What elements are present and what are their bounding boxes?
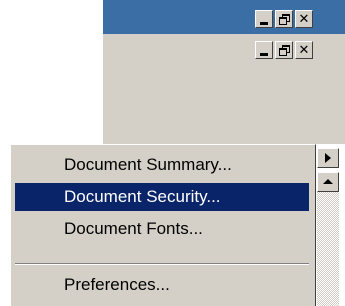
submenu-arrow-button[interactable] — [317, 148, 339, 168]
restore-icon — [278, 13, 290, 25]
document-close-button[interactable]: ✕ — [295, 41, 313, 59]
title-bar-buttons: ✕ — [255, 10, 313, 28]
document-restore-button[interactable] — [275, 41, 293, 59]
document-window-buttons: ✕ — [255, 41, 313, 59]
close-button[interactable]: ✕ — [295, 10, 313, 28]
close-icon: ✕ — [298, 11, 310, 27]
minimize-icon — [260, 21, 268, 25]
close-icon: ✕ — [298, 42, 310, 58]
menu-item-document-fonts[interactable]: Document Fonts... — [15, 215, 309, 243]
scrollbar-track[interactable] — [317, 192, 339, 306]
minimize-icon — [260, 52, 268, 56]
minimize-button[interactable] — [255, 10, 273, 28]
context-menu: Document Summary... Document Security...… — [10, 144, 316, 306]
menu-item-preferences[interactable]: Preferences... — [15, 271, 309, 299]
restore-button[interactable] — [275, 10, 293, 28]
restore-icon — [278, 44, 290, 56]
menu-item-document-summary[interactable]: Document Summary... — [15, 151, 309, 179]
triangle-up-icon — [323, 179, 333, 184]
triangle-right-icon — [325, 153, 331, 163]
menu-separator — [15, 263, 309, 265]
document-minimize-button[interactable] — [255, 41, 273, 59]
menu-item-document-security[interactable]: Document Security... — [15, 183, 309, 211]
scroll-up-button[interactable] — [317, 172, 339, 192]
